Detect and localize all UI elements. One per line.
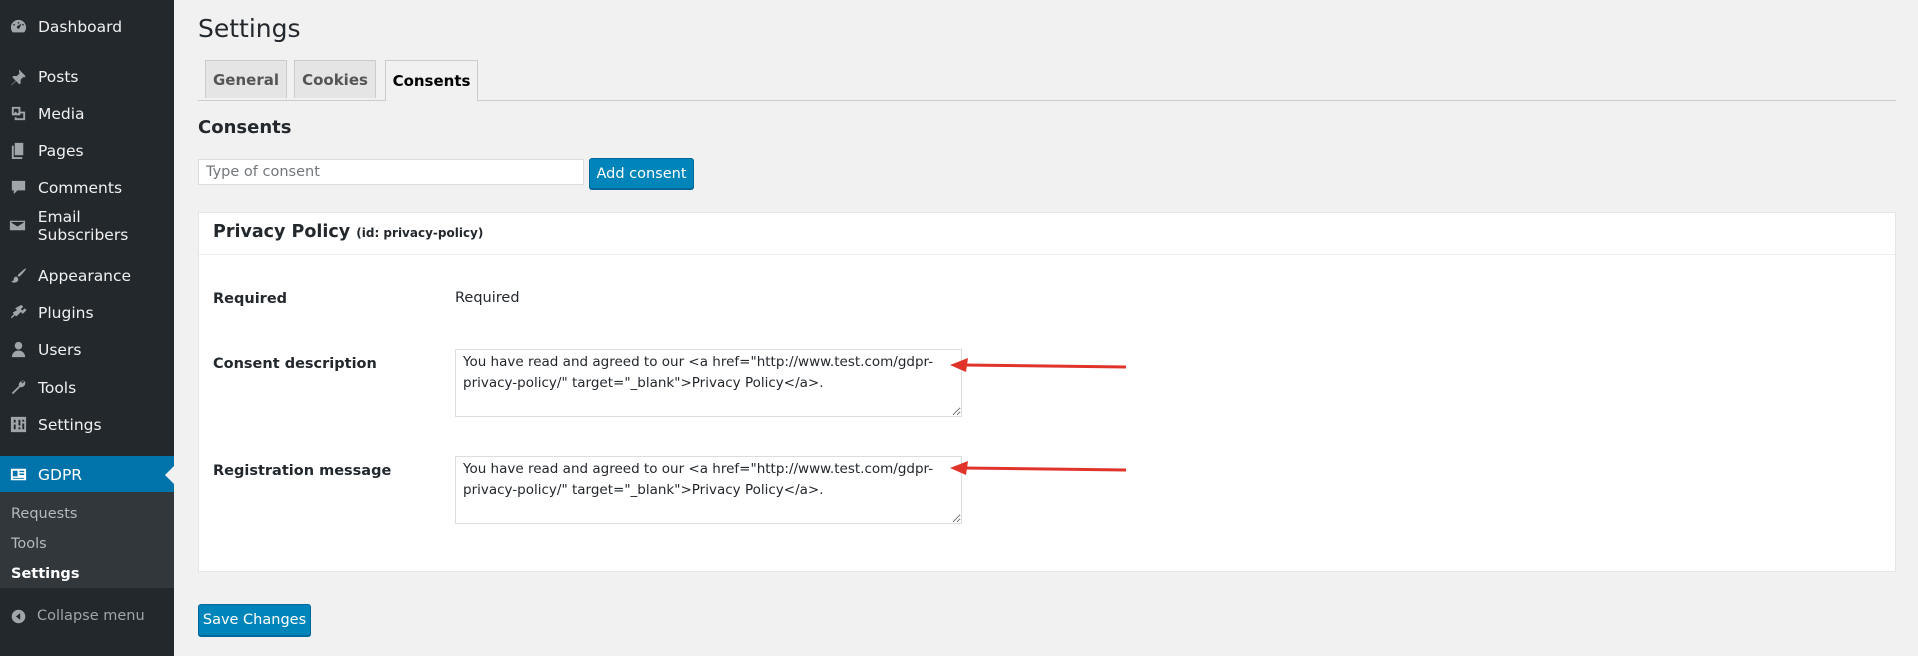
menu-label: Dashboard	[38, 17, 123, 36]
menu-item-plugins[interactable]: Plugins	[0, 294, 174, 331]
plugin-icon	[8, 303, 28, 323]
menu-label: Users	[38, 340, 82, 359]
section-title: Consents	[198, 117, 292, 138]
menu-item-dashboard[interactable]: Dashboard	[0, 8, 174, 45]
menu-label: Appearance	[38, 266, 132, 285]
wrench-icon	[8, 378, 28, 398]
menu-label: Tools	[38, 378, 77, 397]
brush-icon	[8, 266, 28, 286]
page-title: Settings	[198, 14, 301, 43]
menu-label: GDPR	[38, 465, 83, 484]
required-value: Required	[455, 290, 520, 306]
consent-name: Privacy Policy	[213, 222, 351, 242]
menu-item-gdpr[interactable]: GDPR	[0, 456, 174, 493]
menu-item-email-subscribers[interactable]: Email Subscribers	[0, 207, 174, 244]
dashboard-icon	[8, 17, 28, 37]
settings-icon	[8, 415, 28, 435]
menu-label: Media	[38, 104, 85, 123]
menu-item-media[interactable]: Media	[0, 95, 174, 132]
id-card-icon	[8, 465, 28, 485]
submenu-item-settings[interactable]: Settings	[11, 566, 79, 582]
menu-item-appearance[interactable]: Appearance	[0, 257, 174, 294]
menu-label: Plugins	[38, 303, 94, 322]
pin-icon	[8, 67, 28, 87]
gdpr-submenu: Requests Tools Settings	[0, 492, 174, 588]
menu-item-users[interactable]: Users	[0, 331, 174, 368]
settings-tabs: General Cookies Consents	[198, 60, 1896, 101]
user-icon	[8, 340, 28, 360]
comment-icon	[8, 178, 28, 198]
tab-cookies[interactable]: Cookies	[294, 60, 376, 98]
menu-label: Settings	[38, 415, 102, 434]
menu-label: Posts	[38, 67, 79, 86]
current-menu-indicator	[165, 465, 174, 484]
menu-item-tools[interactable]: Tools	[0, 369, 174, 406]
menu-label: Pages	[38, 141, 84, 160]
email-icon	[8, 216, 28, 236]
consent-panel: Privacy Policy (id: privacy-policy) Requ…	[198, 212, 1896, 572]
consent-description-textarea[interactable]: You have read and agreed to our <a href=…	[455, 349, 962, 417]
save-changes-button[interactable]: Save Changes	[198, 604, 311, 636]
submenu-item-requests[interactable]: Requests	[11, 506, 77, 522]
registration-message-label: Registration message	[213, 463, 392, 479]
consent-panel-header: Privacy Policy (id: privacy-policy)	[199, 213, 1895, 255]
menu-label: Email Subscribers	[37, 207, 129, 244]
admin-sidebar: Dashboard Posts Media Pages Comments Ema…	[0, 0, 174, 656]
consent-type-input[interactable]	[198, 159, 584, 185]
menu-item-posts[interactable]: Posts	[0, 58, 174, 95]
menu-label: Comments	[38, 178, 123, 197]
collapse-menu-button[interactable]: Collapse menu	[0, 598, 174, 634]
menu-item-comments[interactable]: Comments	[0, 169, 174, 206]
submenu-item-tools[interactable]: Tools	[11, 536, 47, 552]
required-label: Required	[213, 291, 288, 307]
annotation-arrow	[950, 461, 1126, 475]
registration-message-textarea[interactable]: You have read and agreed to our <a href=…	[455, 456, 962, 524]
consent-id: (id: privacy-policy)	[356, 226, 484, 240]
collapse-menu-label: Collapse menu	[37, 608, 145, 624]
consent-description-label: Consent description	[213, 356, 377, 372]
consent-title: Privacy Policy (id: privacy-policy)	[213, 222, 483, 242]
add-consent-button[interactable]: Add consent	[589, 158, 694, 189]
tab-general[interactable]: General	[205, 60, 287, 98]
media-icon	[8, 104, 28, 124]
menu-item-settings[interactable]: Settings	[0, 406, 174, 443]
pages-icon	[8, 141, 28, 161]
tab-consents[interactable]: Consents	[385, 60, 478, 101]
collapse-icon	[10, 608, 27, 625]
annotation-arrow	[950, 358, 1126, 372]
menu-item-pages[interactable]: Pages	[0, 132, 174, 169]
